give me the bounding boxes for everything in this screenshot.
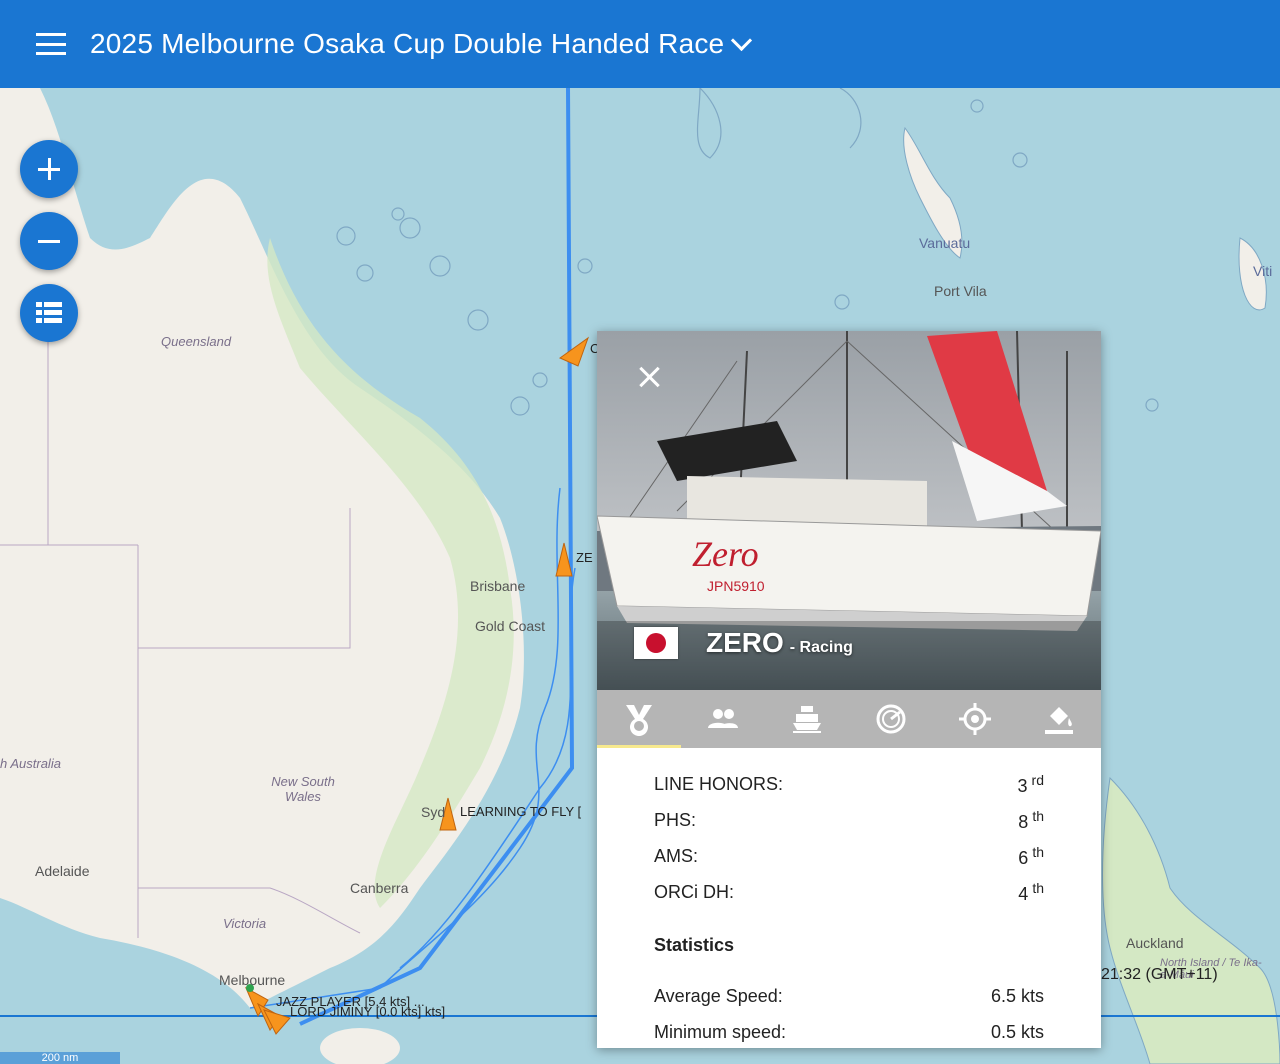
stat-label: Minimum speed: [654, 1021, 787, 1042]
zoom-out-button[interactable] [20, 212, 78, 270]
ranking-label: ORCi DH: [654, 881, 734, 902]
label-viti: Viti [1253, 263, 1273, 279]
boat-status: - Racing [789, 639, 853, 656]
tab-rankings[interactable] [597, 690, 681, 748]
label-new-south-wales: New South Wales [271, 774, 335, 804]
label-brisbane: Brisbane [470, 578, 526, 594]
crew-icon [708, 709, 738, 728]
stat-row-average-speed: Average Speed: 6.5 kts [654, 978, 1044, 1014]
boat-detail-panel: Zero JPN5910 ZERO - Racing LINE HONORS: … [597, 331, 1101, 1048]
label-auckland: Auckland [1126, 935, 1184, 951]
zoom-in-button[interactable] [20, 140, 78, 198]
label-vanuatu: Vanuatu [919, 235, 971, 251]
statistics-heading: Statistics [654, 934, 735, 955]
svg-text:JPN5910: JPN5910 [707, 578, 765, 594]
list-icon [36, 302, 62, 323]
list-view-button[interactable] [20, 284, 78, 342]
paint-icon [1045, 707, 1073, 734]
label-adelaide: Adelaide [35, 863, 90, 879]
boat-photo: Zero JPN5910 ZERO - Racing [597, 331, 1101, 690]
label-queensland: Queensland [161, 334, 232, 349]
ranking-label: AMS: [654, 845, 699, 866]
tab-boat[interactable] [765, 690, 849, 748]
tab-colors[interactable] [1017, 690, 1101, 748]
stat-label: Average Speed: [654, 985, 783, 1006]
stat-value: 0.5 kts [990, 1021, 1044, 1042]
ranking-value: 8th [1018, 807, 1044, 832]
boat-label-zero[interactable]: ZE [576, 550, 593, 565]
label-south-australia: h Australia [0, 756, 61, 771]
boat-icon [793, 706, 821, 733]
ranking-label: PHS: [654, 809, 697, 830]
ranking-value: 4th [1018, 879, 1044, 904]
ranking-label: LINE HONORS: [654, 773, 784, 794]
stat-row-minimum-speed: Minimum speed: 0.5 kts [654, 1014, 1044, 1048]
chevron-down-icon[interactable] [731, 29, 753, 51]
tab-speed[interactable] [849, 690, 933, 748]
menu-icon[interactable] [36, 33, 66, 55]
ranking-row-orci-dh: ORCi DH: 4th [654, 874, 1044, 910]
position-icon [959, 703, 991, 735]
stat-value: 6.5 kts [990, 985, 1044, 1006]
boat-name-heading: ZERO - Racing [706, 627, 853, 659]
japan-flag-icon [634, 627, 678, 659]
boat-name: ZERO [706, 627, 784, 658]
app-header: 2025 Melbourne Osaka Cup Double Handed R… [0, 0, 1280, 88]
svg-text:Zero: Zero [692, 534, 759, 574]
boat-statistics: LINE HONORS: 3rd PHS: 8th AMS: 6th ORCi … [597, 748, 1101, 1048]
minus-icon [38, 239, 60, 243]
ranking-value: 3rd [1017, 771, 1044, 796]
ranking-value: 6th [1018, 843, 1044, 868]
close-icon[interactable] [634, 362, 664, 392]
label-victoria: Victoria [223, 916, 267, 931]
label-melbourne: Melbourne [219, 972, 286, 988]
label-canberra: Canberra [350, 880, 409, 896]
race-title[interactable]: 2025 Melbourne Osaka Cup Double Handed R… [90, 28, 724, 60]
label-sydney: Syd [421, 804, 446, 820]
medal-icon [626, 705, 652, 736]
boat-label-lord-jiminy[interactable]: LORD JIMINY [0.0 kts] kts] [290, 1004, 445, 1019]
time-readout: 21:32 (GMT+11) [1101, 966, 1218, 983]
ranking-row-line-honors: LINE HONORS: 3rd [654, 766, 1044, 802]
scale-bar: 200 nm [0, 1052, 120, 1064]
panel-tabs [597, 690, 1101, 748]
ranking-row-ams: AMS: 6th [654, 838, 1044, 874]
tab-crew[interactable] [681, 690, 765, 748]
speed-icon [876, 704, 906, 734]
label-gold-coast: Gold Coast [475, 618, 546, 634]
label-port-vila: Port Vila [934, 283, 987, 299]
tab-position[interactable] [933, 690, 1017, 748]
boat-label-learning-to-fly[interactable]: LEARNING TO FLY [ [460, 804, 581, 819]
ranking-row-phs: PHS: 8th [654, 802, 1044, 838]
